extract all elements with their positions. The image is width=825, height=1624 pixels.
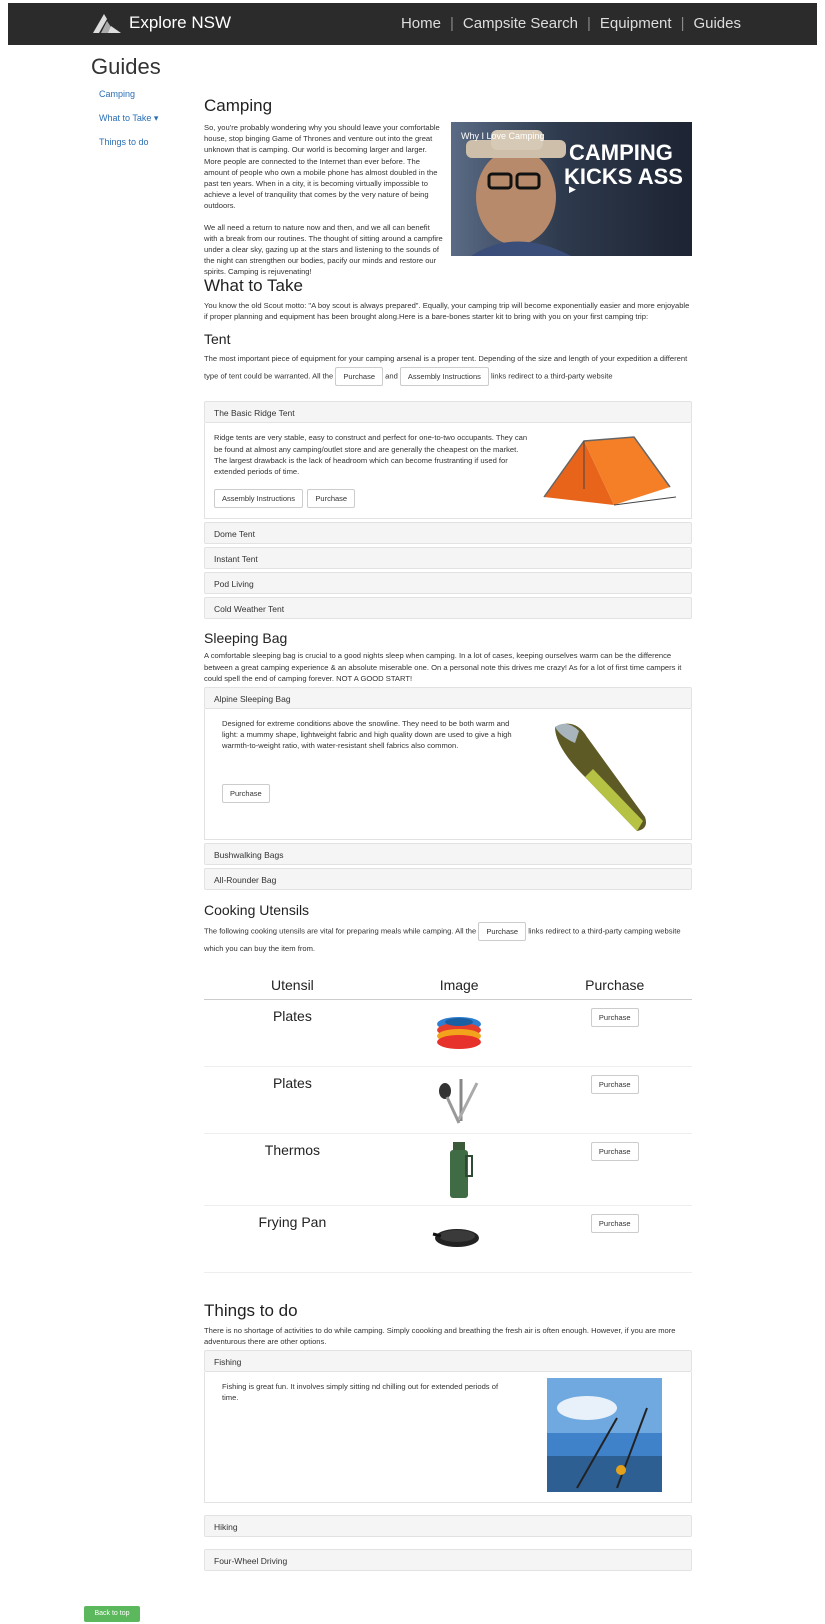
panel-dome-tent[interactable]: Dome Tent bbox=[204, 522, 692, 545]
fishing-photo-icon bbox=[547, 1377, 662, 1492]
panel-instant-tent[interactable]: Instant Tent bbox=[204, 547, 692, 570]
sleeping-bag-icon bbox=[555, 723, 646, 832]
cooking-intro: The following cooking utensils are vital… bbox=[204, 922, 692, 957]
col-image: Image bbox=[380, 971, 538, 1000]
main-content: Camping So, you're probably wondering wh… bbox=[204, 96, 692, 1571]
sleeping-bag-heading: Sleeping Bag bbox=[204, 630, 288, 647]
brand[interactable]: Explore NSW bbox=[91, 12, 231, 34]
panel-alpine-sleeping-bag[interactable]: Alpine Sleeping Bag bbox=[204, 687, 692, 710]
play-icon[interactable]: ▶ bbox=[569, 184, 576, 195]
nav-equipment[interactable]: Equipment bbox=[600, 15, 672, 32]
panel-fishing[interactable]: Fishing bbox=[204, 1349, 692, 1372]
tent-purchase-button[interactable]: Purchase bbox=[335, 367, 383, 387]
nav-links: Home | Campsite Search | Equipment | Gui… bbox=[400, 15, 741, 32]
alpine-text: Designed for extreme conditions above th… bbox=[222, 719, 512, 751]
panel-body-alpine: Designed for extreme conditions above th… bbox=[204, 709, 692, 841]
panel-ridge-tent[interactable]: The Basic Ridge Tent bbox=[204, 401, 692, 424]
what-to-take-heading: What to Take bbox=[204, 276, 303, 295]
frying-pan-icon bbox=[432, 1228, 480, 1247]
tent-assembly-button[interactable]: Assembly Instructions bbox=[399, 367, 489, 387]
nav-campsite-search[interactable]: Campsite Search bbox=[463, 15, 578, 32]
camping-video[interactable]: Why I Love Camping CAMPING KICKS ASS ▶ bbox=[451, 122, 692, 256]
sidenav-camping[interactable]: Camping bbox=[99, 89, 158, 113]
sidenav-what-to-take[interactable]: What to Take ▾ bbox=[99, 113, 158, 137]
thermos-icon bbox=[450, 1141, 474, 1198]
nav-guides[interactable]: Guides bbox=[693, 15, 741, 32]
ridge-tent-icon bbox=[543, 436, 677, 506]
cooking-heading: Cooking Utensils bbox=[204, 902, 310, 919]
plates-icon bbox=[437, 1016, 482, 1049]
panel-pod-living[interactable]: Pod Living bbox=[204, 572, 692, 595]
col-utensil: Utensil bbox=[204, 971, 381, 1000]
page-title: Guides bbox=[91, 54, 161, 79]
panel-all-rounder-bag[interactable]: All-Rounder Bag bbox=[204, 868, 692, 891]
table-row: Plates Purchase bbox=[204, 999, 692, 1067]
camping-paragraph-1: So, you're probably wondering why you sh… bbox=[204, 123, 440, 211]
thermos-purchase-button[interactable]: Purchase bbox=[590, 1141, 639, 1161]
plates-purchase-button[interactable]: Purchase bbox=[590, 1007, 639, 1027]
sidenav-things-to-do[interactable]: Things to do bbox=[99, 137, 158, 161]
video-title: Why I Love Camping bbox=[461, 131, 545, 141]
side-nav: Camping What to Take ▾ Things to do bbox=[99, 89, 158, 161]
col-purchase: Purchase bbox=[537, 971, 692, 1000]
utensils-table: Utensil Image Purchase Plates Purchase P… bbox=[204, 971, 692, 1273]
utensil-name: Plates bbox=[204, 1066, 381, 1134]
video-overlay-line-1: CAMPING bbox=[569, 140, 673, 165]
panel-hiking[interactable]: Hiking bbox=[204, 1514, 692, 1537]
panel-cold-weather-tent[interactable]: Cold Weather Tent bbox=[204, 597, 692, 620]
ridge-tent-text: Ridge tents are very stable, easy to con… bbox=[214, 433, 528, 477]
camping-heading: Camping bbox=[204, 96, 273, 115]
top-navbar: Explore NSW Home | Campsite Search | Equ… bbox=[8, 3, 817, 45]
utensil-name: Plates bbox=[204, 999, 381, 1067]
frying-pan-purchase-button[interactable]: Purchase bbox=[590, 1213, 639, 1233]
tent-intro: The most important piece of equipment fo… bbox=[204, 351, 692, 387]
cutlery-purchase-button[interactable]: Purchase bbox=[590, 1074, 639, 1094]
table-row: Frying Pan Purchase bbox=[204, 1205, 692, 1273]
back-to-top-button[interactable]: Back to top bbox=[84, 1606, 140, 1622]
fishing-text: Fishing is great fun. It involves simply… bbox=[222, 1381, 499, 1403]
ridge-assembly-button[interactable]: Assembly Instructions bbox=[214, 489, 303, 509]
panel-four-wheel-driving[interactable]: Four-Wheel Driving bbox=[204, 1548, 692, 1571]
cutlery-icon bbox=[439, 1078, 479, 1124]
ridge-purchase-button[interactable]: Purchase bbox=[307, 489, 356, 509]
tent-logo-icon bbox=[93, 14, 121, 33]
panel-body-fishing: Fishing is great fun. It involves simply… bbox=[204, 1371, 692, 1503]
cooking-purchase-button[interactable]: Purchase bbox=[478, 922, 527, 942]
panel-body-ridge-tent: Ridge tents are very stable, easy to con… bbox=[204, 423, 692, 520]
utensil-name: Thermos bbox=[204, 1133, 381, 1206]
table-row: Thermos Purchase bbox=[204, 1133, 692, 1206]
sleeping-bag-intro: A comfortable sleeping bag is crucial to… bbox=[204, 651, 682, 683]
things-to-do-heading: Things to do bbox=[204, 1300, 298, 1320]
things-to-do-intro: There is no shortage of activities to do… bbox=[204, 1325, 676, 1346]
nav-home[interactable]: Home bbox=[401, 15, 441, 32]
brand-name: Explore NSW bbox=[129, 13, 232, 32]
utensil-name: Frying Pan bbox=[204, 1205, 381, 1273]
table-row: Plates Purchase bbox=[204, 1066, 692, 1134]
video-overlay-line-2: KICKS ASS bbox=[564, 164, 683, 189]
alpine-purchase-button[interactable]: Purchase bbox=[222, 784, 270, 804]
panel-bushwalking-bags[interactable]: Bushwalking Bags bbox=[204, 843, 692, 866]
what-to-take-intro: You know the old Scout motto: "A boy sco… bbox=[204, 301, 690, 322]
tent-heading: Tent bbox=[204, 331, 231, 348]
